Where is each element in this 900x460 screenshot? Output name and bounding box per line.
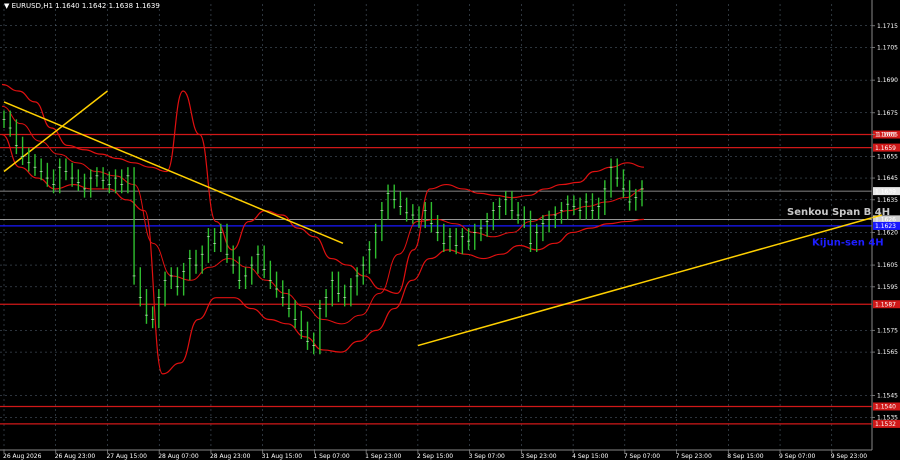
y-tick-label: 1.1705 xyxy=(877,45,898,52)
x-tick-label: 8 Sep 15:00 xyxy=(727,453,763,460)
y-tick-label: 1.1535 xyxy=(877,414,898,421)
x-tick-label: 31 Aug 15:00 xyxy=(262,453,303,460)
plot-background xyxy=(0,0,872,450)
x-tick-label: 3 Sep 07:00 xyxy=(469,453,505,460)
y-tick-label: 1.1715 xyxy=(877,23,898,30)
x-tick-label: 27 Aug 15:00 xyxy=(106,453,147,460)
x-tick-label: 9 Sep 07:00 xyxy=(779,453,815,460)
time-axis: 26 Aug 2026 26 Aug 23:00 27 Aug 15:00 28 Au… xyxy=(0,449,872,460)
x-tick-label: 28 Aug 23:00 xyxy=(210,453,251,460)
x-tick-label: 9 Sep 23:00 xyxy=(831,453,867,460)
x-tick-label: 7 Sep 23:00 xyxy=(676,453,712,460)
level-price-tag-label: 1.1639 xyxy=(875,188,896,195)
y-tick-label: 1.1620 xyxy=(877,229,898,236)
y-tick-label: 1.1690 xyxy=(877,77,898,84)
level-price-tag-label: 1.1659 xyxy=(875,145,896,152)
annotation-senkou-span-b: Senkou Span B 4H xyxy=(787,207,890,218)
y-tick-label: 1.1655 xyxy=(877,153,898,160)
level-price-tag-label: 1.1532 xyxy=(875,421,896,428)
x-tick-label: 1 Sep 23:00 xyxy=(365,453,401,460)
y-tick-label: 1.1645 xyxy=(877,175,898,182)
y-tick-label: 1.1675 xyxy=(877,110,898,117)
y-tick-label: 1.1575 xyxy=(877,327,898,334)
x-tick-label: 1 Sep 07:00 xyxy=(313,453,349,460)
level-price-tag-label: 1.1540 xyxy=(875,404,896,411)
price-chart[interactable]: 1.16651.16591.16391.16261.16231.15871.15… xyxy=(0,0,900,460)
chart-header: ▼ EURUSD,H1 1.1640 1.1642 1.1638 1.1639 xyxy=(4,2,160,10)
x-tick-label: 7 Sep 07:00 xyxy=(624,453,660,460)
annotation-kijun-sen: Kijun-sen 4H xyxy=(812,237,884,248)
y-tick-label: 1.1605 xyxy=(877,262,898,269)
y-tick-label: 1.1665 xyxy=(877,132,898,139)
x-tick-label: 28 Aug 07:00 xyxy=(158,453,199,460)
y-tick-label: 1.1565 xyxy=(877,349,898,356)
x-tick-label: 4 Sep 15:00 xyxy=(572,453,608,460)
x-tick-label: 26 Aug 23:00 xyxy=(55,453,96,460)
x-tick-label: 2 Sep 15:00 xyxy=(417,453,453,460)
y-tick-label: 1.1545 xyxy=(877,393,898,400)
x-tick-label: 26 Aug 2026 xyxy=(3,453,42,460)
y-tick-label: 1.1595 xyxy=(877,284,898,291)
y-tick-label: 1.1635 xyxy=(877,197,898,204)
x-tick-label: 3 Sep 23:00 xyxy=(520,453,556,460)
level-price-tag-label: 1.1587 xyxy=(875,301,896,308)
